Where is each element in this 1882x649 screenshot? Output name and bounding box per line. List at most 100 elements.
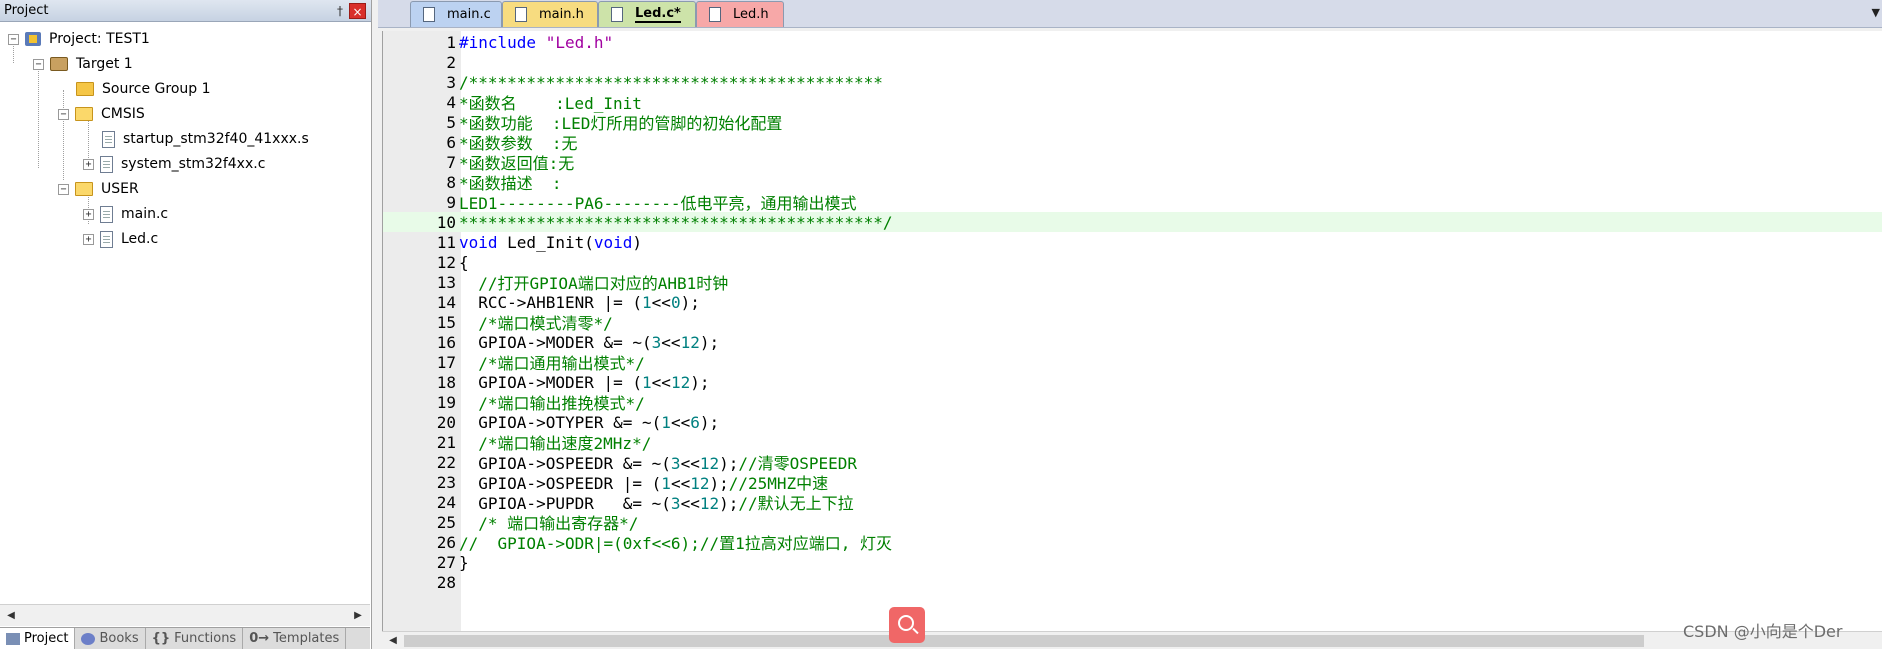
- tab-led-c[interactable]: Led.c*: [598, 1, 696, 27]
- code-line[interactable]: 7 *函数返回值:无: [383, 152, 1882, 174]
- code-text: #include "Led.h": [459, 33, 613, 52]
- line-number: 17: [436, 352, 456, 372]
- scroll-right-icon[interactable]: ▶: [350, 608, 366, 624]
- close-icon[interactable]: ×: [349, 2, 366, 19]
- code-line[interactable]: 27}: [383, 552, 1882, 572]
- tree-item-system-file[interactable]: + system_stm32f4xx.c: [83, 153, 265, 175]
- line-number: 24: [436, 492, 456, 512]
- code-line[interactable]: 22 GPIOA->OSPEEDR &= ~(3<<12);//清零OSPEED…: [383, 452, 1882, 474]
- code-token: /*端口通用输出模式*/: [478, 354, 645, 373]
- expand-icon[interactable]: +: [83, 158, 94, 170]
- pin-icon[interactable]: †: [331, 3, 349, 19]
- code-line[interactable]: 1 #include "Led.h": [383, 32, 1882, 52]
- tree-item-source-group[interactable]: Source Group 1: [76, 78, 211, 100]
- code-line[interactable]: 4 *函数名 :Led_Init: [383, 92, 1882, 114]
- tree-item-label: system_stm32f4xx.c: [121, 156, 266, 172]
- code-line[interactable]: 17 /*端口通用输出模式*/: [383, 350, 1882, 374]
- code-text: LED1--------PA6--------低电平亮，通用输出模式: [459, 190, 857, 214]
- code-text: {: [459, 253, 469, 272]
- expand-icon[interactable]: +: [83, 233, 94, 245]
- code-token: 1: [642, 372, 652, 392]
- tree-item-cmsis[interactable]: − CMSIS: [58, 103, 145, 125]
- tree-item-led-c[interactable]: + Led.c: [83, 228, 158, 250]
- collapse-icon[interactable]: −: [58, 183, 69, 195]
- tab-templates[interactable]: 0→ Templates: [243, 628, 347, 649]
- tab-label: Functions: [174, 631, 237, 646]
- code-editor[interactable]: 1 #include "Led.h" 2 3/********************…: [382, 31, 1882, 631]
- scrollbar-thumb[interactable]: [404, 635, 1644, 647]
- code-token: );: [699, 412, 720, 432]
- code-token: 0: [670, 292, 681, 312]
- watermark: CSDN @小向是个Der: [1683, 622, 1843, 641]
- code-line[interactable]: 11 void Led_Init(void): [383, 232, 1882, 252]
- tab-led-h[interactable]: Led.h: [696, 1, 784, 27]
- line-number: 3: [446, 72, 456, 92]
- code-line[interactable]: 8 *函数描述 :: [383, 172, 1882, 194]
- tree-item-user[interactable]: − USER: [58, 178, 139, 200]
- line-number: 22: [436, 452, 456, 472]
- code-text: /*端口输出推挽模式*/: [459, 390, 645, 414]
- collapse-icon[interactable]: −: [58, 108, 69, 120]
- code-token: Led_Init(: [497, 232, 594, 252]
- tree-item-main-c[interactable]: + main.c: [83, 203, 168, 225]
- code-line[interactable]: 2: [383, 52, 1882, 72]
- tree-item-label: Target 1: [76, 56, 133, 72]
- code-token: void: [459, 232, 498, 252]
- code-line[interactable]: 21 /*端口输出速度2MHz*/: [383, 432, 1882, 454]
- folder-closed-icon: [76, 82, 94, 96]
- code-line[interactable]: 20 GPIOA->OTYPER &= ~(1<<6);: [383, 412, 1882, 432]
- tab-main-c[interactable]: main.c: [410, 1, 502, 27]
- scroll-left-icon[interactable]: ◀: [385, 633, 401, 649]
- code-line[interactable]: 19 /*端口输出推挽模式*/: [383, 390, 1882, 414]
- tree-item-target[interactable]: − Target 1: [33, 53, 133, 75]
- search-button[interactable]: [889, 607, 925, 643]
- code-line[interactable]: 23 GPIOA->OSPEEDR |= (1<<12);//25MHZ中速: [383, 472, 1882, 494]
- code-line[interactable]: 3/**************************************…: [383, 72, 1882, 92]
- tab-main-h[interactable]: main.h: [502, 1, 598, 27]
- code-line[interactable]: 13 //打开GPIOA端口对应的AHB1时钟: [383, 272, 1882, 294]
- code-line[interactable]: 14 RCC->AHB1ENR |= (1<<0);: [383, 292, 1882, 312]
- folder-open-icon: [75, 107, 93, 121]
- templates-icon: 0→: [249, 631, 270, 646]
- code-line[interactable]: 10 **************************************…: [383, 212, 1882, 232]
- tab-project[interactable]: Project: [0, 628, 76, 649]
- expand-icon[interactable]: +: [83, 208, 94, 220]
- tree-item-startup-file[interactable]: startup_stm32f40_41xxx.s: [102, 128, 309, 150]
- code-line[interactable]: 18 GPIOA->MODER |= (1<<12);: [383, 372, 1882, 392]
- code-line[interactable]: 5 *函数功能 :LED灯所用的管脚的初始化配置: [383, 112, 1882, 134]
- code-token: #include: [459, 32, 546, 52]
- tab-label: Templates: [273, 631, 340, 646]
- tab-functions[interactable]: {} Functions: [146, 628, 244, 649]
- collapse-icon[interactable]: −: [33, 58, 44, 70]
- tab-dropdown-icon[interactable]: ▼: [1872, 6, 1880, 19]
- tab-label: main.c: [447, 7, 491, 22]
- code-token: void: [593, 232, 633, 252]
- code-line[interactable]: 25 /* 端口输出寄存器*/: [383, 512, 1882, 534]
- code-line[interactable]: 6 *函数参数 :无: [383, 132, 1882, 154]
- code-line[interactable]: 16 GPIOA->MODER &= ~(3<<12);: [383, 332, 1882, 352]
- code-line[interactable]: 15 /*端口模式清零*/: [383, 312, 1882, 334]
- project-icon: [25, 32, 41, 46]
- code-text: GPIOA->OTYPER &= ~(1<<6);: [459, 413, 719, 432]
- code-line[interactable]: 26// GPIOA->ODR|=(0xf<<6);//置1拉高对应端口, 灯灭: [383, 532, 1882, 554]
- collapse-icon[interactable]: −: [8, 33, 19, 45]
- code-token: // GPIOA->ODR|=(0xf<<6);//置1拉高对应端口, 灯灭: [459, 534, 892, 553]
- tab-books[interactable]: Books: [75, 628, 146, 649]
- code-line[interactable]: 12{: [383, 252, 1882, 272]
- code-line[interactable]: 24 GPIOA->PUPDR &= ~(3<<12);//默认无上下拉: [383, 492, 1882, 514]
- scroll-left-icon[interactable]: ◀: [3, 608, 19, 624]
- code-text: /*端口通用输出模式*/: [459, 350, 645, 374]
- editor-horizontal-scrollbar[interactable]: ◀: [382, 631, 1882, 649]
- code-line[interactable]: 9 LED1--------PA6--------低电平亮，通用输出模式: [383, 190, 1882, 214]
- code-token: LED1--------PA6--------低电平亮，通用输出模式: [459, 194, 857, 213]
- line-number: 16: [436, 332, 456, 352]
- code-line[interactable]: 28: [383, 572, 1882, 592]
- file-icon: [611, 7, 623, 22]
- line-number: 8: [446, 172, 456, 192]
- code-token: 1: [642, 292, 652, 312]
- project-horizontal-scrollbar[interactable]: ◀ ▶: [0, 604, 370, 626]
- tree-item-project[interactable]: − Project: TEST1: [8, 28, 150, 50]
